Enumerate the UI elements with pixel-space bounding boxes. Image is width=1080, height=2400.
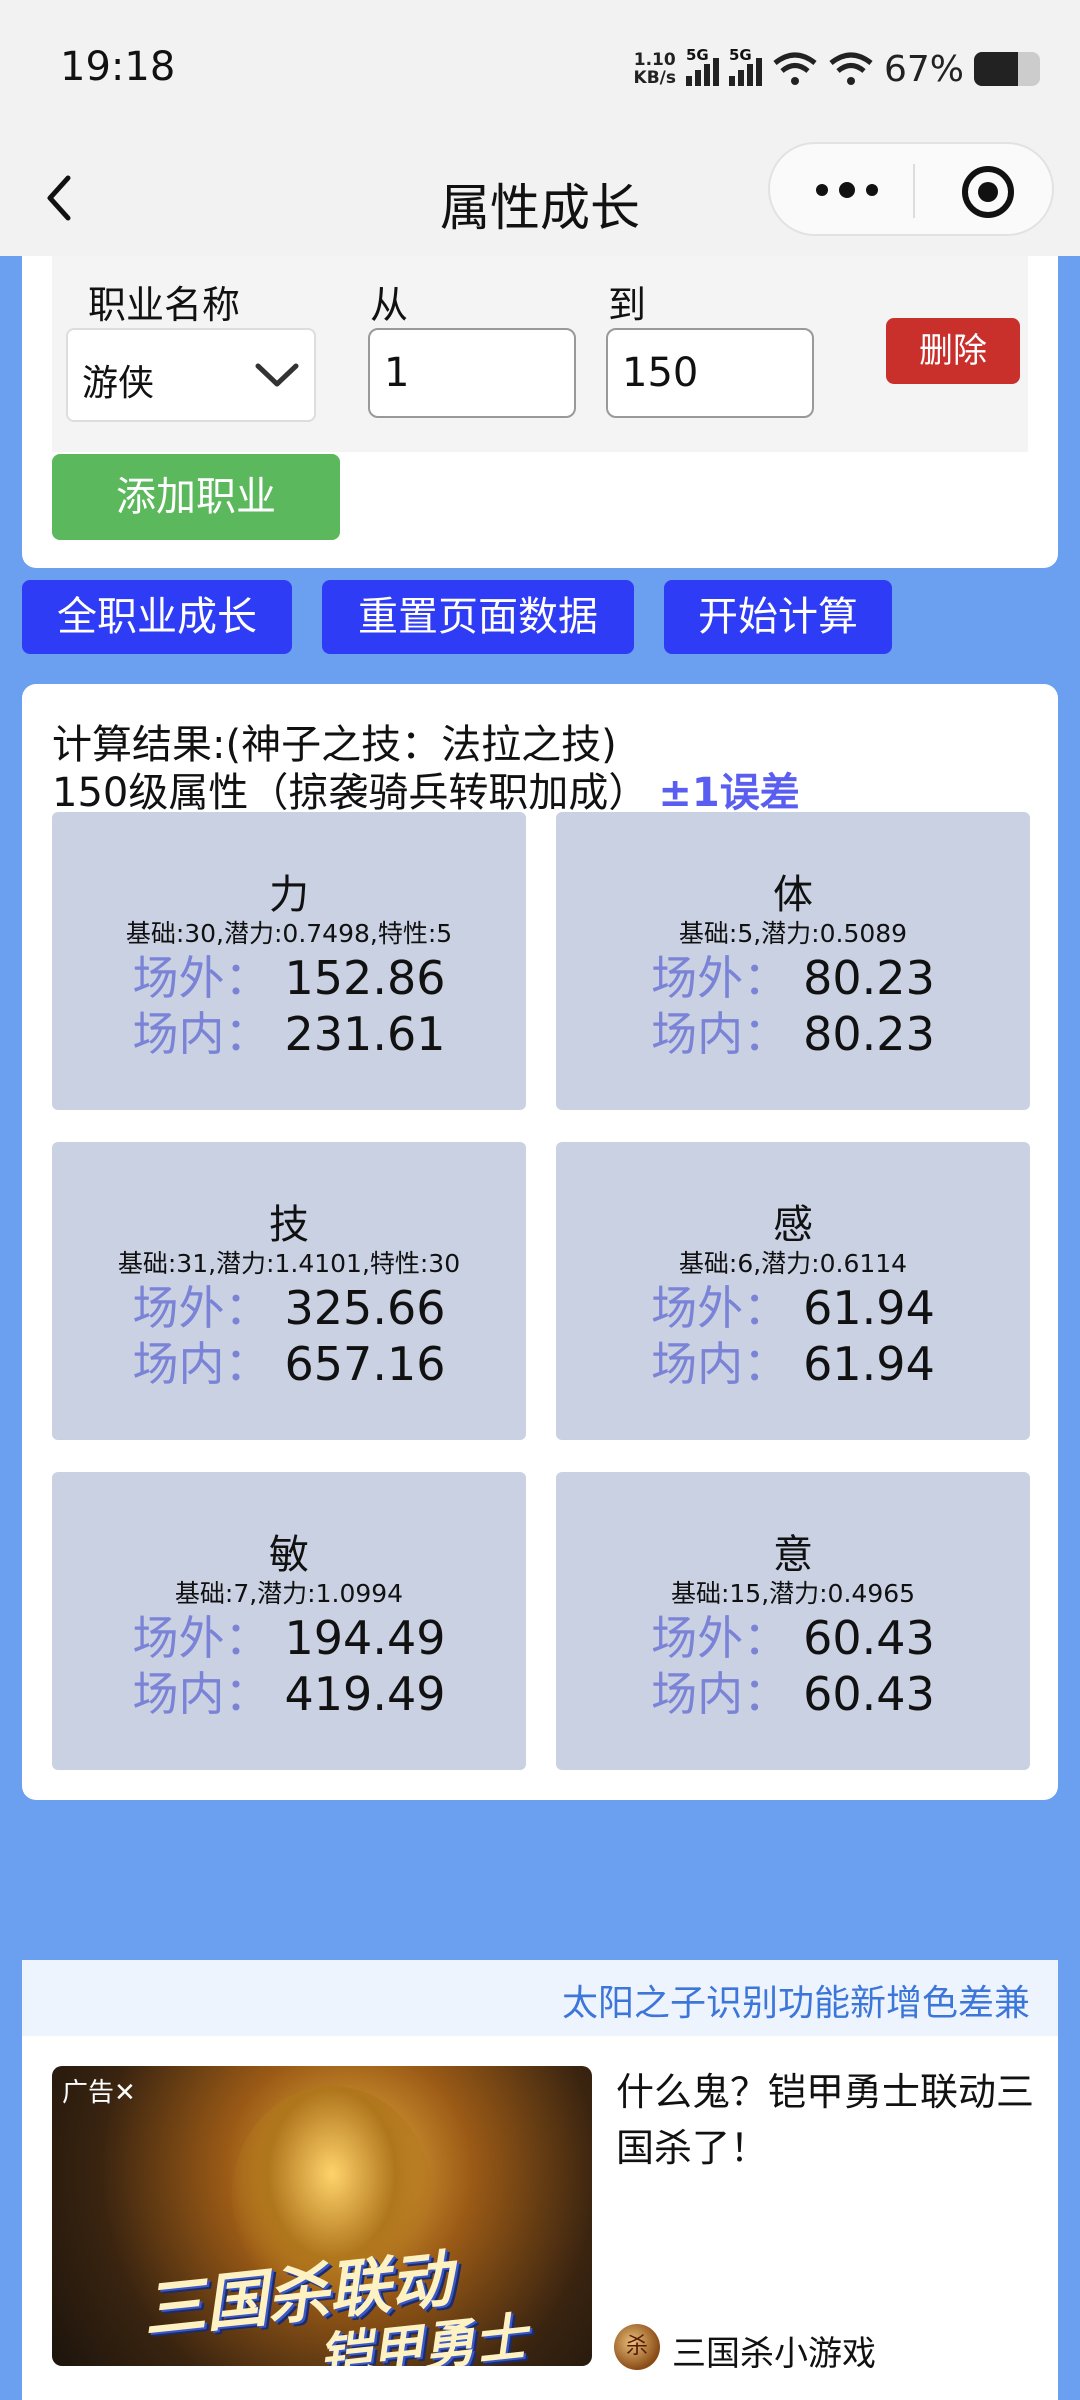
battery-icon — [974, 52, 1040, 86]
wifi-icon — [773, 52, 817, 85]
to-label: 到 — [608, 283, 647, 327]
inside-value: 231.61 — [284, 1007, 446, 1061]
outside-label: 场外： — [132, 1611, 271, 1665]
ad-source-avatar: 杀 — [614, 2324, 660, 2370]
stat-inside-row: 场内： 60.43 — [556, 1658, 1030, 1724]
calculate-button[interactable]: 开始计算 — [664, 580, 892, 654]
ad-source: 三国杀小游戏 — [672, 2334, 876, 2374]
reset-data-button[interactable]: 重置页面数据 — [322, 580, 634, 654]
inside-label: 场内： — [651, 1667, 790, 1721]
ad-title[interactable]: 什么鬼？铠甲勇士联动三国杀了！ — [616, 2064, 1036, 2176]
result-level-text: 150级属性（掠袭骑兵转职加成） — [52, 770, 649, 816]
ad-image[interactable]: 广告✕ 三国杀联动 铠甲勇士了! — [52, 2066, 592, 2366]
stat-card: 意 基础:15,潜力:0.4965 场外： 60.43 场内： 60.43 — [556, 1472, 1030, 1770]
outside-value: 60.43 — [803, 1611, 935, 1665]
inside-label: 场内： — [651, 1007, 790, 1061]
stat-inside-row: 场内： 419.49 — [52, 1658, 526, 1724]
signal-tag: 5G — [685, 46, 709, 64]
job-card: 职业名称 从 到 游侠 1 150 删除 添加职业 — [22, 256, 1058, 568]
stat-name: 感 — [773, 1202, 813, 1248]
outside-label: 场外： — [651, 951, 790, 1005]
status-icons: 1.10 KB/s 5G 5G 67% — [634, 44, 1040, 94]
outside-value: 152.86 — [284, 951, 446, 1005]
inside-value: 61.94 — [803, 1337, 935, 1391]
ad-banner[interactable]: 广告✕ 三国杀联动 铠甲勇士了! 什么鬼？铠甲勇士联动三国杀了！ 杀 三国杀小游… — [22, 2036, 1058, 2400]
from-level-input[interactable]: 1 — [368, 328, 576, 418]
all-job-growth-button[interactable]: 全职业成长 — [22, 580, 292, 654]
network-speed: 1.10 KB/s — [634, 51, 676, 87]
job-select[interactable]: 游侠 — [66, 328, 316, 422]
wifi-icon — [829, 52, 873, 85]
signal-icon: 5G — [728, 46, 762, 86]
network-speed-value: 1.10 — [633, 50, 676, 70]
stat-name: 体 — [773, 872, 813, 918]
outside-value: 325.66 — [284, 1281, 446, 1335]
status-bar: 19:18 1.10 KB/s 5G 5G 67% — [0, 0, 1080, 140]
stat-card: 感 基础:6,潜力:0.6114 场外： 61.94 场内： 61.94 — [556, 1142, 1030, 1440]
inside-label: 场内： — [651, 1337, 790, 1391]
inside-label: 场内： — [132, 1337, 271, 1391]
inside-value: 419.49 — [284, 1667, 446, 1721]
outside-label: 场外： — [132, 951, 271, 1005]
outside-label: 场外： — [651, 1611, 790, 1665]
outside-value: 80.23 — [803, 951, 935, 1005]
stat-name: 敏 — [269, 1532, 309, 1578]
job-name-label: 职业名称 — [88, 283, 241, 327]
stat-inside-row: 场内： 80.23 — [556, 998, 1030, 1064]
ad-mark: 广告✕ — [62, 2078, 136, 2108]
network-speed-unit: KB/s — [633, 68, 676, 88]
inside-label: 场内： — [132, 1007, 271, 1061]
mini-program-capsule — [768, 142, 1054, 236]
outside-label: 场外： — [132, 1281, 271, 1335]
capsule-divider — [913, 164, 915, 218]
inside-value: 80.23 — [803, 1007, 935, 1061]
stat-card: 体 基础:5,潜力:0.5089 场外： 80.23 场内： 80.23 — [556, 812, 1030, 1110]
status-time: 19:18 — [60, 44, 176, 90]
job-row: 职业名称 从 到 游侠 1 150 删除 — [52, 256, 1028, 452]
inside-label: 场内： — [132, 1667, 271, 1721]
outside-value: 194.49 — [284, 1611, 446, 1665]
add-job-button[interactable]: 添加职业 — [52, 454, 340, 540]
error-margin: ±1误差 — [658, 770, 800, 816]
stat-inside-row: 场内： 657.16 — [52, 1328, 526, 1394]
stat-name: 力 — [269, 872, 309, 918]
signal-tag: 5G — [728, 46, 752, 64]
to-level-input[interactable]: 150 — [606, 328, 814, 418]
delete-button[interactable]: 删除 — [886, 318, 1020, 384]
more-icon[interactable] — [812, 178, 882, 202]
outside-label: 场外： — [651, 1281, 790, 1335]
outside-value: 61.94 — [803, 1281, 935, 1335]
stat-name: 意 — [773, 1532, 813, 1578]
result-subtitle: 150级属性（掠袭骑兵转职加成） ±1误差 — [52, 760, 800, 818]
chevron-down-icon — [255, 363, 299, 387]
inside-value: 657.16 — [284, 1337, 446, 1391]
from-label: 从 — [370, 283, 409, 327]
notice-text: 太阳之子识别功能新增色差兼 — [562, 1983, 1031, 2024]
stat-card: 敏 基础:7,潜力:1.0994 场外： 194.49 场内： 419.49 — [52, 1472, 526, 1770]
job-select-value: 游侠 — [82, 363, 155, 404]
stat-inside-row: 场内： 231.61 — [52, 998, 526, 1064]
result-card: 计算结果:(神子之技：法拉之技) 150级属性（掠袭骑兵转职加成） ±1误差 力 … — [22, 684, 1058, 1800]
stat-card: 技 基础:31,潜力:1.4101,特性:30 场外： 325.66 场内： 657… — [52, 1142, 526, 1440]
signal-icon: 5G — [685, 46, 719, 86]
inside-value: 60.43 — [803, 1667, 935, 1721]
battery-percent: 67% — [883, 48, 964, 90]
stat-inside-row: 场内： 61.94 — [556, 1328, 1030, 1394]
nav-bar: 属性成长 — [0, 140, 1080, 256]
stat-card: 力 基础:30,潜力:0.7498,特性:5 场外： 152.86 场内： 231.… — [52, 812, 526, 1110]
close-target-icon[interactable] — [960, 164, 1016, 220]
notice-marquee[interactable]: 太阳之子识别功能新增色差兼 — [22, 1960, 1058, 2036]
stat-name: 技 — [269, 1202, 309, 1248]
